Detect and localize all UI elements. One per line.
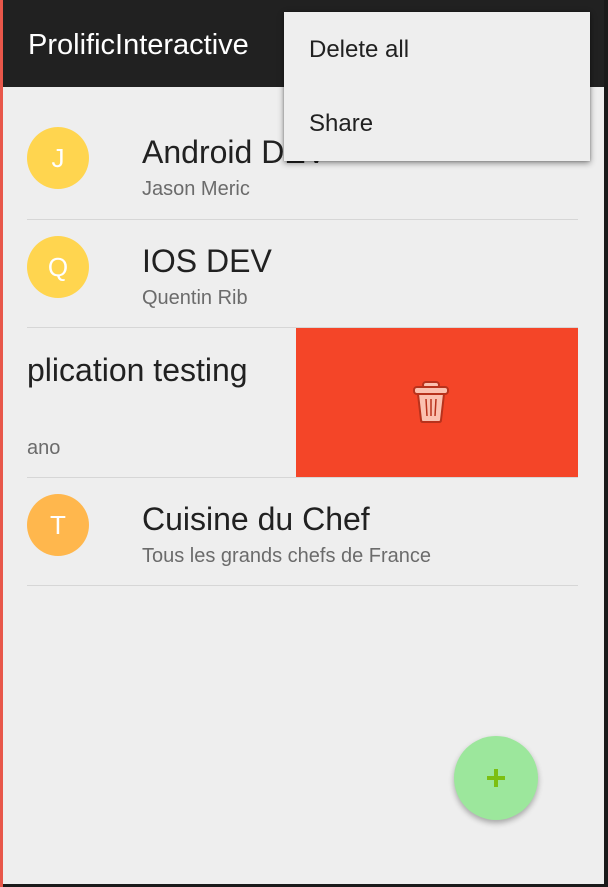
list-item-title: plication testing: [27, 352, 248, 388]
list-item[interactable]: Q IOS DEV Quentin Rib: [3, 220, 604, 327]
list-item-title: IOS DEV: [142, 243, 272, 279]
avatar: Q: [27, 236, 89, 298]
menu-item-delete-all[interactable]: Delete all: [284, 13, 590, 87]
trash-icon: [413, 381, 449, 423]
list-item-subtitle: ano: [27, 437, 61, 459]
list-item[interactable]: T Cuisine du Chef Tous les grands chefs …: [3, 478, 604, 585]
list-item-subtitle: Quentin Rib: [142, 287, 248, 309]
overflow-menu: Delete all Share: [284, 12, 590, 161]
add-button[interactable]: [454, 736, 538, 820]
list-item-subtitle: Tous les grands chefs de France: [142, 545, 432, 567]
add-icon: [487, 769, 505, 787]
divider: [27, 585, 578, 586]
app-title: ProlificInteractive: [28, 29, 249, 61]
menu-item-share[interactable]: Share: [284, 87, 590, 161]
list-item-title: Cuisine du Chef: [142, 501, 370, 537]
list-item-swiped[interactable]: plication testing ano: [3, 328, 578, 477]
swipe-delete-action[interactable]: [296, 328, 578, 477]
app-screen: ProlificInteractive J Android DEV Jason …: [3, 0, 604, 884]
avatar: J: [27, 127, 89, 189]
list-item-subtitle: Jason Meric: [142, 178, 250, 200]
avatar: T: [27, 494, 89, 556]
